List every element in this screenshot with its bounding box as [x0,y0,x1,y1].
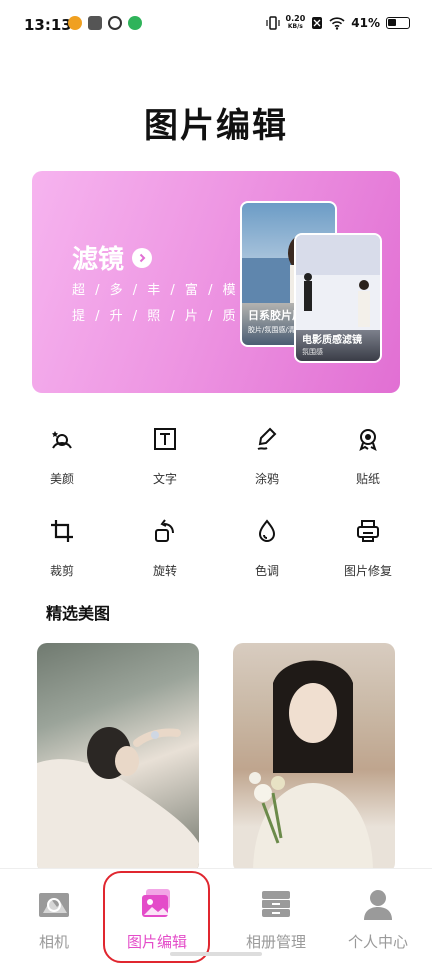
status-bar: 13:13 0.20 KB/s 41% [0,0,432,48]
crop-icon [51,520,73,542]
snow-photo [296,235,380,330]
tab-highlight-annotation [103,871,210,963]
banner-title[interactable]: 滤镜 [72,239,153,276]
tool-label: 贴纸 [355,472,380,486]
tool-beauty[interactable]: 美颜 [27,426,97,487]
tool-sticker[interactable]: 贴纸 [333,426,403,487]
tab-label: 个人中心 [347,933,408,951]
camera-aperture-icon [39,893,69,917]
tab-camera[interactable]: 相机 [4,887,104,952]
tool-rotate[interactable]: 旋转 [130,518,200,579]
notification-icons [68,16,142,30]
section-title: 精选美图 [46,604,111,623]
speed-unit: KB/s [287,23,303,30]
banner-title-text: 滤镜 [72,245,125,275]
weibo-icon [68,16,82,30]
page-title: 图片编辑 [144,106,288,146]
card1-sub: 胶片/氛围感/清 [248,326,295,334]
card2-sub: 氛围感 [302,348,323,356]
home-indicator [170,952,262,956]
no-sim-icon [312,17,323,29]
doodle-pen-icon [257,427,277,450]
tool-label: 色调 [254,564,279,578]
app-notification-icon [88,16,102,30]
tool-doodle[interactable]: 涂鸦 [232,426,302,487]
tool-label: 旋转 [152,564,177,578]
vibrate-icon [265,16,280,30]
sticker-badge-icon [359,429,377,451]
bottom-tab-bar: 相机 图片编辑 相册管理 个人中心 [0,868,432,964]
tab-album[interactable]: 相册管理 [226,887,326,952]
tool-repair[interactable]: 图片修复 [333,518,403,579]
tool-tone[interactable]: 色调 [232,518,302,579]
tab-profile[interactable]: 个人中心 [328,887,428,952]
tool-label: 文字 [152,472,177,486]
tool-text[interactable]: 文字 [130,426,200,487]
sync-icon [108,16,122,30]
printer-repair-icon [357,520,379,542]
photo-woman-flowers [249,660,373,873]
rotate-icon [155,519,174,542]
featured-photo-2[interactable] [233,643,395,873]
tool-label: 美颜 [49,472,74,486]
photo-woman-lying [37,727,199,873]
battery-icon [386,17,410,29]
tool-label: 图片修复 [343,564,392,578]
status-time: 13:13 [24,16,72,34]
album-drawer-icon [262,891,290,917]
wifi-icon [329,16,345,30]
battery-percent: 41% [351,16,380,30]
tool-label: 裁剪 [49,564,74,578]
text-icon [154,428,176,450]
tab-label: 相机 [38,933,69,951]
tab-label: 相册管理 [245,933,306,951]
network-speed: 0.20 KB/s [286,15,306,31]
card2-label: 电影质感滤镜 [302,335,362,346]
filter-banner[interactable]: 滤镜 超 / 多 / 丰 / 富 / 模 / 板 提 / 升 / 照 / 片 /… [32,171,400,393]
color-drop-icon [258,519,276,542]
filter-card-cinematic: 电影质感滤镜 氛围感 [294,233,382,363]
speed-value: 0.20 [285,14,306,23]
wechat-pay-icon [128,16,142,30]
person-icon [364,890,392,920]
tool-crop[interactable]: 裁剪 [27,518,97,579]
chevron-right-icon [132,247,153,268]
beauty-icon [52,431,72,449]
status-right: 0.20 KB/s 41% [265,15,410,31]
featured-photo-1[interactable] [37,643,199,873]
tool-label: 涂鸦 [254,472,279,486]
